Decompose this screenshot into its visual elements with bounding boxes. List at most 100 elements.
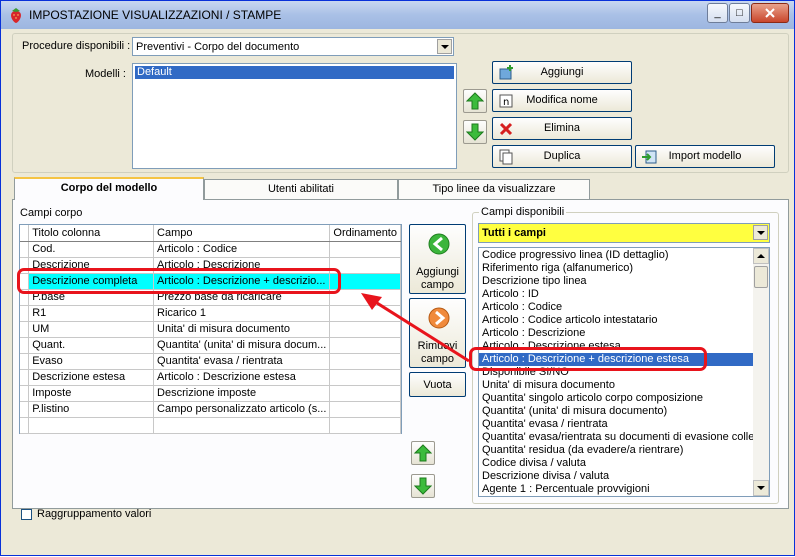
row-selector[interactable]	[20, 353, 30, 370]
row-selector[interactable]	[20, 337, 30, 354]
table-row[interactable]: Descrizione estesa Articolo : Descrizione…	[20, 369, 401, 386]
list-item[interactable]: Codice progressivo linea (ID dettaglio)	[479, 249, 754, 262]
table-cell-titolo[interactable]: Descrizione estesa	[28, 369, 155, 386]
table-cell-campo[interactable]: Descrizione imposte	[153, 385, 331, 402]
table-cell-campo[interactable]: Articolo : Descrizione estesa	[153, 369, 331, 386]
table-cell-titolo[interactable]: R1	[28, 305, 155, 322]
table-cell-ord[interactable]	[329, 305, 401, 322]
list-item[interactable]: Quantita' residua (da evadere/a rientrar…	[479, 444, 754, 457]
move-model-up-button[interactable]	[463, 89, 487, 113]
campi-disponibili-list[interactable]: Codice progressivo linea (ID dettaglio) R…	[478, 247, 770, 497]
row-selector[interactable]	[20, 241, 30, 258]
table-cell-ord[interactable]	[329, 417, 401, 434]
filter-select[interactable]: Tutti i campi	[478, 223, 770, 243]
table-cell-titolo[interactable]: Imposte	[28, 385, 155, 402]
table-cell-campo[interactable]: Ricarico 1	[153, 305, 331, 322]
column-header[interactable]: Campo	[153, 225, 331, 242]
maximize-button[interactable]: □	[729, 3, 750, 23]
table-cell-ord[interactable]	[329, 369, 401, 386]
close-button[interactable]	[751, 3, 789, 23]
table-cell-ord[interactable]	[329, 289, 401, 306]
table-row[interactable]: UM Unita' di misura documento	[20, 321, 401, 338]
annotation-ellipse-right	[469, 347, 707, 371]
list-item[interactable]: Quantita' evasa / rientrata	[479, 418, 754, 431]
scroll-down-arrow[interactable]	[753, 480, 769, 496]
list-item[interactable]: Codice divisa / valuta	[479, 457, 754, 470]
aggiungi-button[interactable]: Aggiungi	[492, 61, 632, 84]
table-cell-campo[interactable]: Campo personalizzato articolo (s...	[153, 401, 331, 418]
table-cell-ord[interactable]	[329, 401, 401, 418]
row-selector[interactable]	[20, 385, 30, 402]
title-bar[interactable]: IMPOSTAZIONE VISUALIZZAZIONI / STAMPE _ …	[1, 1, 794, 29]
list-item[interactable]: Default	[135, 66, 454, 79]
table-cell-titolo[interactable]: P.listino	[28, 401, 155, 418]
table-cell-titolo[interactable]: Evaso	[28, 353, 155, 370]
list-item[interactable]: Quantita' (unita' di misura documento)	[479, 405, 754, 418]
list-item[interactable]: Quantita' evasa/rientrata su documenti d…	[479, 431, 761, 444]
table-cell-campo[interactable]: Articolo : Codice	[153, 241, 331, 258]
list-item[interactable]: Articolo : Codice articolo intestatario	[479, 314, 754, 327]
table-cell-ord[interactable]	[329, 257, 401, 274]
tab-tipo-linee[interactable]: Tipo linee da visualizzare	[398, 179, 590, 199]
move-model-down-button[interactable]	[463, 120, 487, 144]
row-selector[interactable]	[20, 321, 30, 338]
table-cell-campo[interactable]: Quantita' (unita' di misura docum...	[153, 337, 331, 354]
list-item[interactable]: Agente 1 : Percentuale provvigioni	[479, 483, 754, 496]
elimina-button[interactable]: Elimina	[492, 117, 632, 140]
list-item[interactable]: Articolo : Descrizione	[479, 327, 754, 340]
table-cell-ord[interactable]	[329, 321, 401, 338]
tab-utenti-abilitati[interactable]: Utenti abilitati	[204, 179, 398, 199]
table-cell-ord[interactable]	[329, 241, 401, 258]
table-row[interactable]: R1 Ricarico 1	[20, 305, 401, 322]
column-header[interactable]: Ordinamento	[329, 225, 401, 242]
table-cell-titolo[interactable]	[28, 417, 155, 434]
table-row[interactable]: Evaso Quantita' evasa / rientrata	[20, 353, 401, 370]
row-selector[interactable]	[20, 417, 30, 434]
import-modello-button[interactable]: Import modello	[635, 145, 775, 168]
list-item[interactable]: Quantita' singolo articolo corpo composi…	[479, 392, 754, 405]
table-row[interactable]: Quant. Quantita' (unita' di misura docum.…	[20, 337, 401, 354]
aggiungi-campo-button[interactable]: Aggiungi campo	[409, 224, 466, 294]
table-cell-ord[interactable]	[329, 337, 401, 354]
raggruppamento-checkbox[interactable]	[21, 509, 32, 520]
vuota-button[interactable]: Vuota	[409, 372, 466, 397]
chevron-down-icon[interactable]	[753, 225, 768, 240]
procedure-select[interactable]: Preventivi - Corpo del documento	[132, 37, 454, 56]
row-selector[interactable]	[20, 305, 30, 322]
scroll-thumb[interactable]	[754, 266, 768, 288]
campi-corpo-grid[interactable]: Titolo colonna Campo Ordinamento Cod. Art…	[19, 224, 402, 434]
table-cell-campo[interactable]: Unita' di misura documento	[153, 321, 331, 338]
list-item[interactable]: Descrizione divisa / valuta	[479, 470, 754, 483]
table-row[interactable]: P.listino Campo personalizzato articolo (…	[20, 401, 401, 418]
table-cell-ord[interactable]	[329, 385, 401, 402]
scroll-up-arrow[interactable]	[753, 248, 769, 264]
move-field-down-button[interactable]	[411, 474, 435, 498]
table-row[interactable]: Imposte Descrizione imposte	[20, 385, 401, 402]
table-row[interactable]	[20, 417, 401, 434]
table-cell-campo[interactable]: Quantita' evasa / rientrata	[153, 353, 331, 370]
list-item[interactable]: Unita' di misura documento	[479, 379, 754, 392]
modelli-list[interactable]: Default	[132, 63, 457, 169]
row-selector[interactable]	[20, 369, 30, 386]
table-row[interactable]: Cod. Articolo : Codice	[20, 241, 401, 258]
scrollbar[interactable]	[753, 248, 769, 496]
table-cell-titolo[interactable]: UM	[28, 321, 155, 338]
minimize-button[interactable]: _	[707, 3, 728, 23]
duplica-button[interactable]: Duplica	[492, 145, 632, 168]
move-field-up-button[interactable]	[411, 441, 435, 465]
table-cell-titolo[interactable]: Cod.	[28, 241, 155, 258]
modifica-nome-button[interactable]: n Modifica nome	[492, 89, 632, 112]
column-header[interactable]: Titolo colonna	[28, 225, 155, 242]
list-item[interactable]: Descrizione tipo linea	[479, 275, 754, 288]
rimuovi-campo-button[interactable]: Rimuovi campo	[409, 298, 466, 368]
elimina-label: Elimina	[543, 122, 581, 134]
row-selector[interactable]	[20, 401, 30, 418]
table-cell-titolo[interactable]: Quant.	[28, 337, 155, 354]
list-item[interactable]: Articolo : Codice	[479, 301, 754, 314]
tab-corpo-modello[interactable]: Corpo del modello	[14, 177, 204, 200]
chevron-down-icon[interactable]	[437, 39, 452, 54]
list-item[interactable]: Articolo : ID	[479, 288, 754, 301]
table-cell-campo[interactable]	[153, 417, 331, 434]
table-cell-ord[interactable]	[329, 353, 401, 370]
list-item[interactable]: Riferimento riga (alfanumerico)	[479, 262, 754, 275]
